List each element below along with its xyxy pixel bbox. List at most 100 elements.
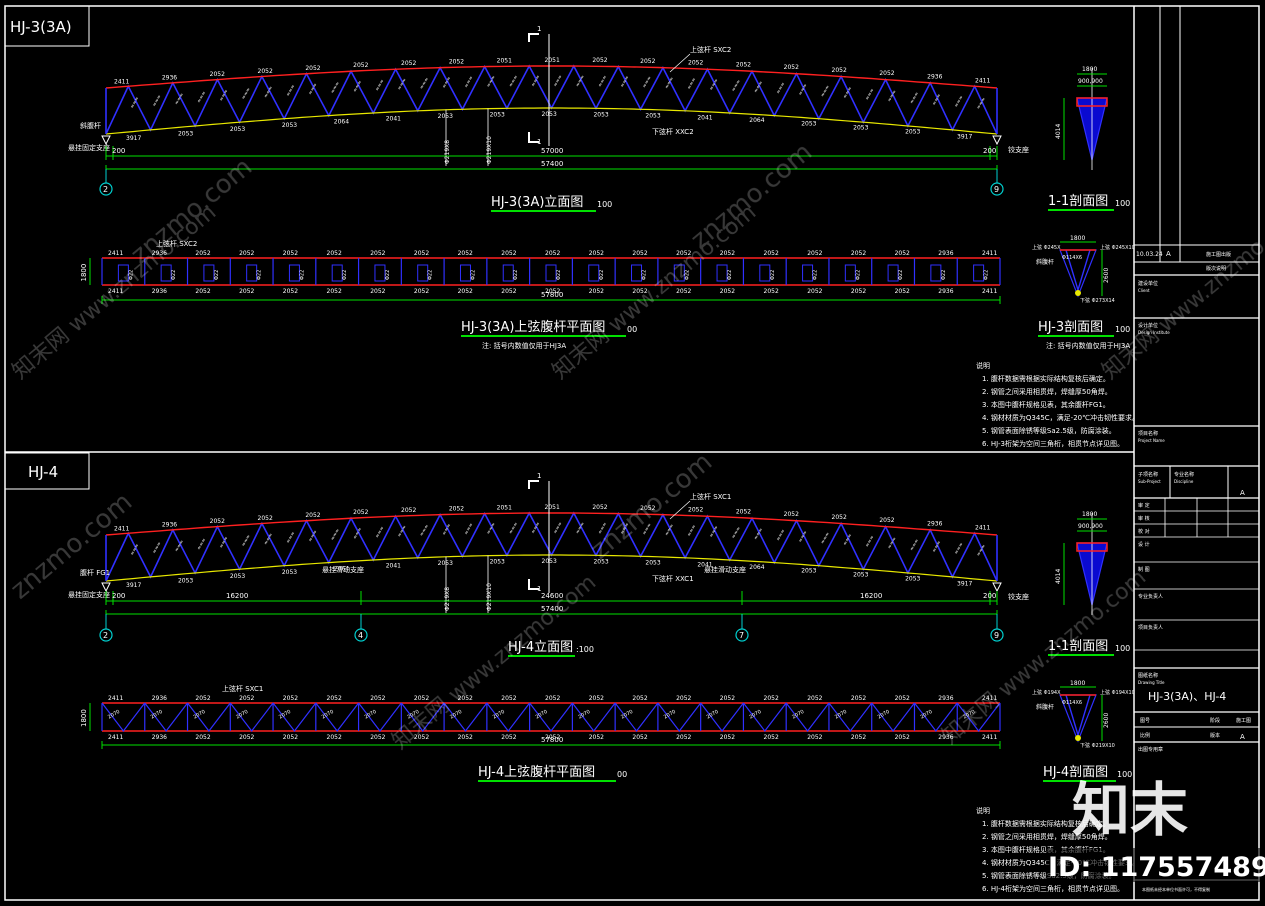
hj3-elev-title: HJ-3(3A)立面图 [491, 195, 583, 210]
hj4-dim-label: 16200 [860, 592, 882, 600]
hj3-plan-node-tag: Φ22 [855, 270, 861, 280]
hj4-plan-height-label: 1800 [80, 709, 88, 727]
hj3-section-dim-top-label: 900,900 [1078, 78, 1103, 85]
hj3-plan-drawing: Φ22 Φ22 Φ22 Φ22 Φ22 Φ22 Φ22 Φ22 Φ22 Φ22 Φ22 Φ22 Φ22 Φ… [80, 239, 1001, 304]
hj3-bottom-chord-label: 2053 [593, 111, 608, 118]
watermark-site2-5: 知末网 www.znzmo.com [938, 565, 1151, 750]
hj4-plan-label-bottom: 2052 [370, 734, 385, 741]
hj4-web-tag: ≈≈≈ [686, 524, 697, 538]
hj3-web-tag: ≈≈≈ [864, 88, 875, 102]
hj3-plan-node-tag: Φ22 [599, 270, 605, 280]
hj4-web-tag: ≈≈≈ [909, 538, 920, 552]
tb-discipline: 专业名称 [1174, 471, 1194, 478]
hj3-tag: HJ-3(3A) [10, 18, 72, 36]
hj4-plan-label-bottom: 2052 [676, 734, 691, 741]
hj3-plan-label-bottom: 2052 [807, 288, 822, 295]
hj3-axis-label: 2 [103, 185, 108, 194]
hj3-top-chord-label: 2052 [353, 62, 368, 69]
hj3-top-chord-label: 2052 [210, 71, 225, 78]
hj4-web-tag: ≈≈≈ [864, 535, 875, 549]
hj3-bottom-chord-callout: 下弦杆 XXC2 [652, 127, 694, 136]
hj3-top-chord-label: 2051 [545, 57, 560, 64]
hj4-plan-label-bottom: 2052 [589, 734, 604, 741]
hj3-plan-node [887, 264, 899, 282]
hj3-top-chord-label: 2052 [879, 70, 894, 77]
hj4-plan-label-bottom: 2052 [632, 734, 647, 741]
hj3-support-right-label: 铰支座 [1008, 145, 1029, 154]
hj3-bottom-chord-label: 2041 [386, 115, 401, 122]
tb-drawing-label: 图纸名称 [1138, 672, 1158, 679]
hj3-plan-node-tag: Φ22 [642, 270, 648, 280]
hj4-plan-label-top: 2052 [589, 695, 604, 702]
hj3-plan-node-tag: Φ22 [470, 270, 476, 280]
hj4-section-title-scale: 100 [1115, 644, 1130, 653]
hj4-plan-label-bottom: 2052 [807, 734, 822, 741]
hj4-bottom-chord-label: 2053 [853, 571, 868, 578]
hj3-top-chord-label: 2936 [927, 74, 942, 81]
hj4-top-chord-label: 2052 [401, 507, 416, 514]
hj4-section-dim-top-label: 900,900 [1078, 523, 1103, 530]
hj3-web-tag: ≈≈≈ [597, 74, 608, 88]
hj4-plan-label-top: 2052 [370, 695, 385, 702]
hj3-top-chord-callout: 上弦杆 SXC2 [690, 45, 731, 54]
hj4-top-chord-label: 2052 [449, 505, 464, 512]
hj4-web-label: 腹杆 FG1 [80, 568, 110, 577]
hj4-bottom-chord-label: 2053 [178, 577, 193, 584]
hj3-top-chord-label: 2052 [640, 58, 655, 65]
hj3-plan-node-tag: Φ22 [385, 270, 391, 280]
hj3-plan-node [331, 264, 343, 282]
hj4-plan-label-bottom: 2052 [283, 734, 298, 741]
hj3-top-chord-label: 2052 [401, 60, 416, 67]
hj3-top-chord-leader [669, 53, 691, 73]
section-drawings: 1800 900,900 4014 1800 900,900 4014 1800 2600 上弦… [1032, 66, 1135, 782]
hj3-dim-label: 200 [112, 147, 125, 155]
hj4-support-right-label: 铰支座 [1008, 592, 1029, 601]
hj4-plan-label-top: 2052 [414, 695, 429, 702]
hj3-section2-label-5: 上弦 Φ245X10 [1100, 244, 1135, 251]
tb-sign-label: 专业负责人 [1138, 593, 1163, 600]
hj4-top-chord-label: 2411 [975, 524, 990, 531]
watermark-brand: 知末 [1072, 776, 1188, 844]
hj3-bottom-chord-label: 2053 [438, 113, 453, 120]
hj4-support-left-label: 悬挂固定支座 [68, 590, 110, 599]
hj3-plan-node [802, 264, 814, 282]
hj4-plan-label-top: 2052 [676, 695, 691, 702]
hj4-bottom-chord-label: 2053 [905, 576, 920, 583]
hj3-plan-label-top: 2052 [195, 250, 210, 257]
hj3-bottom-chord-label: 2053 [905, 129, 920, 136]
hj4-plan-label-bottom: 2411 [108, 734, 123, 741]
hj4-vert-label: Φ219X10 [486, 583, 493, 611]
hj4-bottom-chord-label: 3917 [126, 582, 141, 589]
hj3-web-tag: ≈≈≈ [463, 75, 474, 89]
hj3-plan-label-top: 2052 [895, 250, 910, 257]
hj3-plan-label-top: 2052 [239, 250, 254, 257]
hj3-plan-node-tag: Φ22 [257, 270, 263, 280]
hj3-plan-label-top: 2052 [414, 250, 429, 257]
hj3-top-chord-label: 2052 [832, 67, 847, 74]
hj4-top-chord-label: 2052 [688, 506, 703, 513]
hj4-support-mid-label: 悬挂滑动支座 [704, 565, 746, 574]
hj3-section2-title-scale: 100 [1115, 325, 1130, 334]
tb-subproject-en: Sub-Project [1138, 479, 1161, 484]
hj3-section2-label-4: 下弦 Φ273X14 [1080, 297, 1115, 304]
hj3-plan-label-top: 2052 [851, 250, 866, 257]
tb-rev: A [1166, 250, 1171, 258]
hj3-plan-node [588, 264, 600, 282]
hj3-top-chord-label: 2052 [305, 65, 320, 72]
hj3-bottom-chord-label: 2064 [749, 117, 764, 124]
hj3-top-chord-label: 2052 [592, 57, 607, 64]
hj4-plan-label-top: 2936 [152, 695, 167, 702]
hj4-plan-label-top: 2936 [938, 695, 953, 702]
hj3-web-tag: ≈≈≈ [909, 91, 920, 105]
hj4-plan-title: HJ-4上弦腹杆平面图 [478, 764, 595, 780]
hj4-bottom-chord-label: 2053 [438, 560, 453, 567]
hj4-top-chord-label: 2052 [879, 517, 894, 524]
tb-footer: 本图纸未经本单位书面许可，不得复制 [1142, 886, 1210, 892]
hj4-axis-label: 9 [994, 631, 999, 640]
hj3-plan-node-tag: Φ22 [513, 270, 519, 280]
hj3-plan-label-bottom: 2052 [501, 288, 516, 295]
hj4-section-mark-top [528, 480, 539, 489]
cad-drawing-canvas: HJ-3(3A) HJ-4 ≈≈≈ ≈≈≈ ≈≈≈ ≈≈≈ ≈≈≈ ≈≈≈ ≈≈≈ ≈≈≈ ≈≈… [4, 5, 1265, 901]
hj4-web-tag: ≈≈≈ [775, 528, 786, 542]
hj3-top-chord-label: 2411 [114, 78, 129, 85]
